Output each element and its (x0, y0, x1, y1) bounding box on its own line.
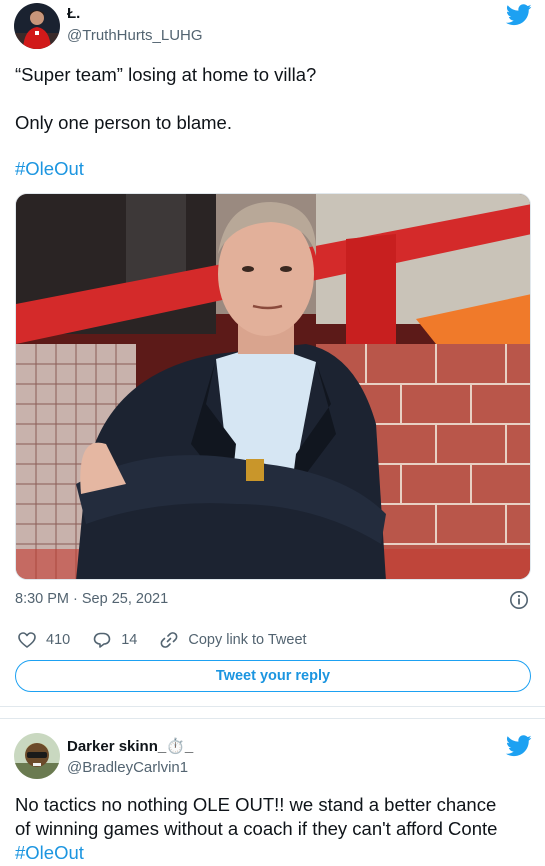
tweet-text-line-2: Only one person to blame. (15, 112, 232, 133)
tweet-card[interactable]: Ł. @TruthHurts_LUHG “Super team” losing … (0, 0, 545, 707)
author-handle[interactable]: @BradleyCarlvin1 (67, 759, 188, 776)
info-icon[interactable] (509, 590, 529, 610)
reply-bubble-icon (92, 630, 112, 650)
twitter-bird-icon[interactable] (505, 4, 532, 26)
author-handle[interactable]: @TruthHurts_LUHG (67, 27, 203, 44)
tweet-actions: 410 14 Copy link to Tweet (17, 628, 329, 652)
tweet-text-line-2: of winning games without a coach if they… (15, 818, 498, 839)
hashtag-link[interactable]: #OleOut (15, 157, 84, 181)
tweet-card[interactable]: Darker skinn_⏱️_ @BradleyCarlvin1 No tac… (0, 718, 545, 866)
tweet-your-reply-button[interactable]: Tweet your reply (15, 660, 531, 692)
heart-icon (17, 630, 37, 650)
copy-link-button[interactable]: Copy link to Tweet (159, 630, 307, 650)
author-name[interactable]: Darker skinn_⏱️_ (67, 737, 193, 755)
reply-count: 14 (121, 632, 138, 648)
hashtag-link[interactable]: #OleOut (15, 841, 84, 865)
avatar[interactable] (14, 3, 60, 49)
tweet-text-line-1: No tactics no nothing OLE OUT!! we stand… (15, 794, 497, 815)
like-button[interactable]: 410 (17, 630, 70, 650)
tweet-text-line-1: “Super team” losing at home to villa? (15, 64, 317, 85)
tweet-photo[interactable] (15, 193, 531, 580)
tweet-timestamp[interactable]: 8:30 PM · Sep 25, 2021 (15, 591, 168, 607)
twitter-bird-icon[interactable] (505, 735, 532, 757)
like-count: 410 (46, 632, 71, 648)
link-icon (159, 630, 179, 650)
reply-button[interactable]: 14 (92, 630, 137, 650)
copy-link-label: Copy link to Tweet (188, 632, 307, 648)
avatar[interactable] (14, 733, 60, 779)
author-name[interactable]: Ł. (67, 5, 80, 22)
